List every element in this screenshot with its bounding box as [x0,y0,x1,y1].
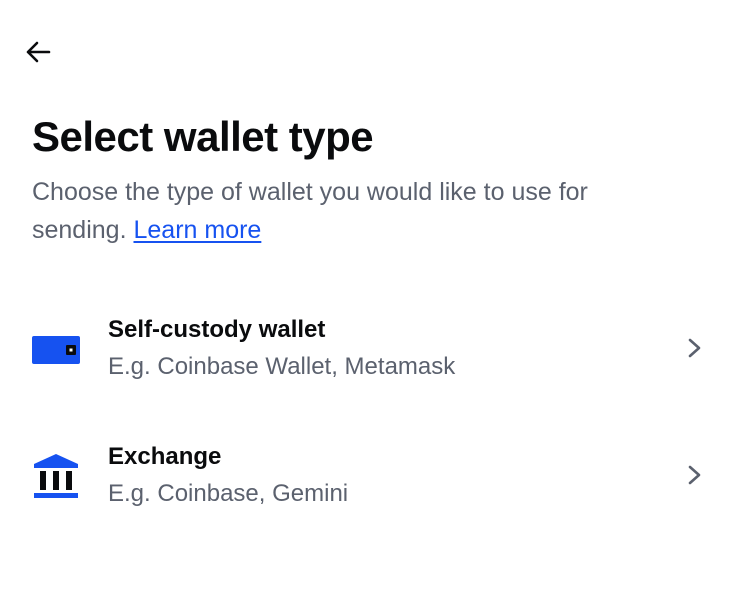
option-title: Self-custody wallet [108,316,326,343]
option-exchange[interactable]: Exchange E.g. Coinbase, Gemini [0,425,740,525]
option-description: E.g. Coinbase Wallet, Metamask [108,353,456,380]
learn-more-link[interactable]: Learn more [133,216,261,244]
arrow-left-icon[interactable] [24,40,52,64]
option-description: E.g. Coinbase, Gemini [108,480,349,507]
option-self-custody-wallet[interactable]: Self-custody wallet E.g. Coinbase Wallet… [0,298,740,398]
wallet-icon [32,336,80,364]
back-button[interactable] [18,34,58,70]
option-title: Exchange [108,443,222,470]
chevron-right-icon [688,465,701,485]
bank-icon [34,454,78,498]
page-subtitle: Choose the type of wallet you would like… [32,173,672,249]
page-title: Select wallet type [32,113,374,160]
chevron-right-icon [688,338,701,358]
subtitle-text: Choose the type of wallet you would like… [32,178,588,244]
